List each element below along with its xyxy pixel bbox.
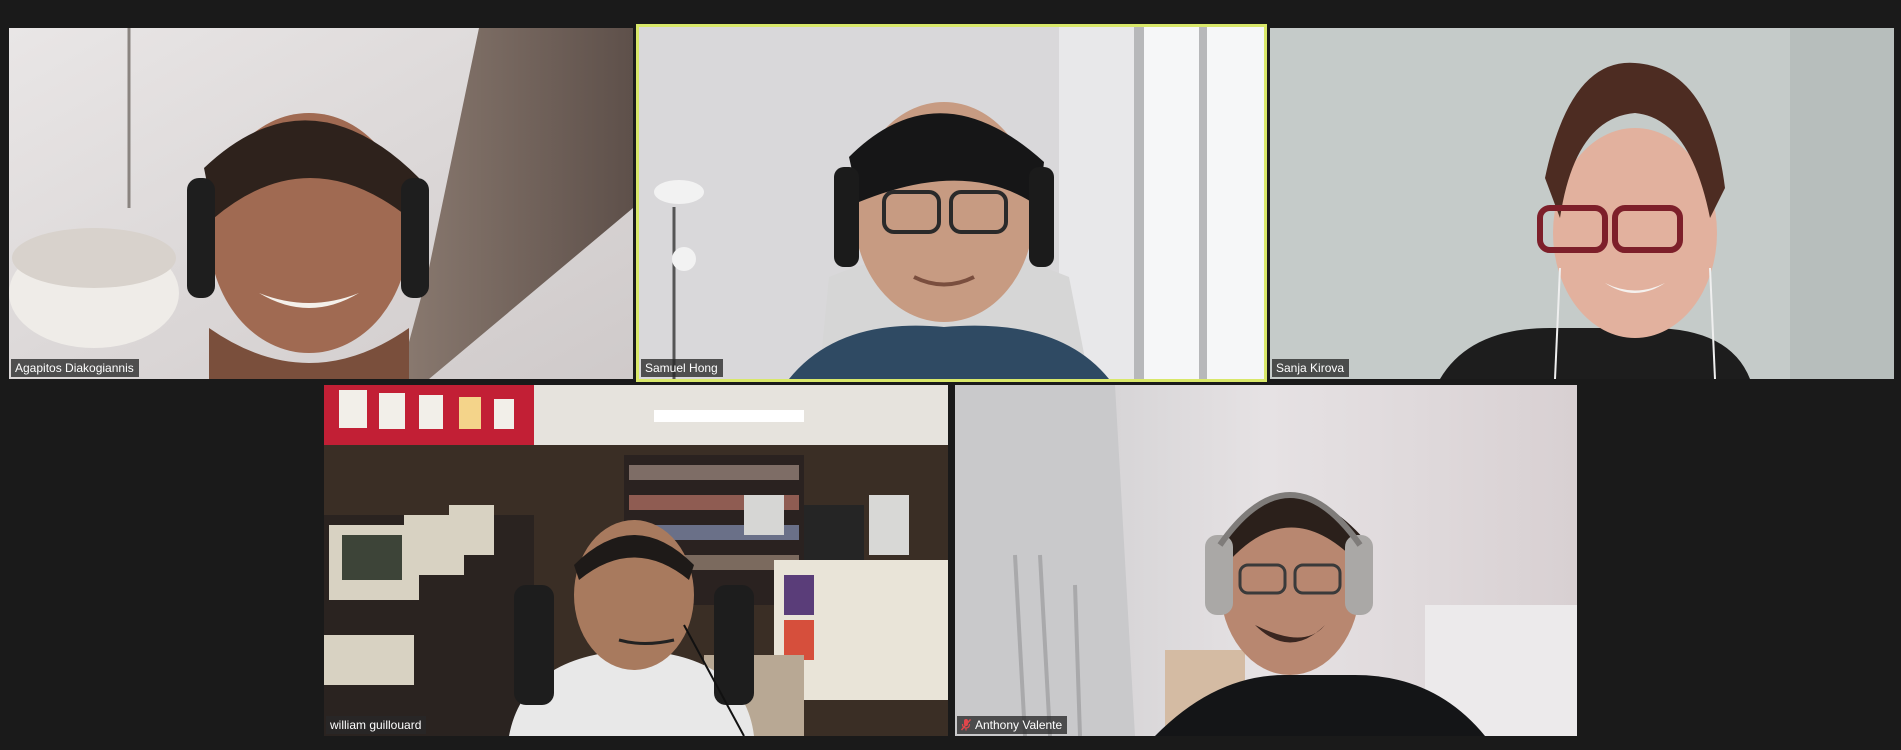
video-tile-anthony[interactable]: Anthony Valente bbox=[955, 385, 1577, 736]
gallery-view: Agapitos Diakogiannis Samuel Hong Sanja … bbox=[0, 0, 1901, 750]
video-tile-agapitos[interactable]: Agapitos Diakogiannis bbox=[9, 28, 633, 379]
video-feed bbox=[9, 28, 633, 379]
video-feed bbox=[324, 385, 948, 736]
video-tile-samuel[interactable]: Samuel Hong bbox=[636, 24, 1267, 382]
video-feed bbox=[639, 27, 1264, 379]
video-feed bbox=[1270, 28, 1894, 379]
video-feed bbox=[955, 385, 1577, 736]
video-tile-william[interactable]: william guillouard bbox=[324, 385, 948, 736]
mic-muted-icon bbox=[961, 719, 971, 731]
participant-name-label: william guillouard bbox=[326, 716, 427, 734]
video-tile-sanja[interactable]: Sanja Kirova bbox=[1270, 28, 1894, 379]
participant-name-label: Agapitos Diakogiannis bbox=[11, 359, 139, 377]
participant-name-label: Sanja Kirova bbox=[1272, 359, 1350, 377]
participant-name-label: Samuel Hong bbox=[641, 359, 723, 377]
participant-name-label: Anthony Valente bbox=[957, 716, 1068, 734]
